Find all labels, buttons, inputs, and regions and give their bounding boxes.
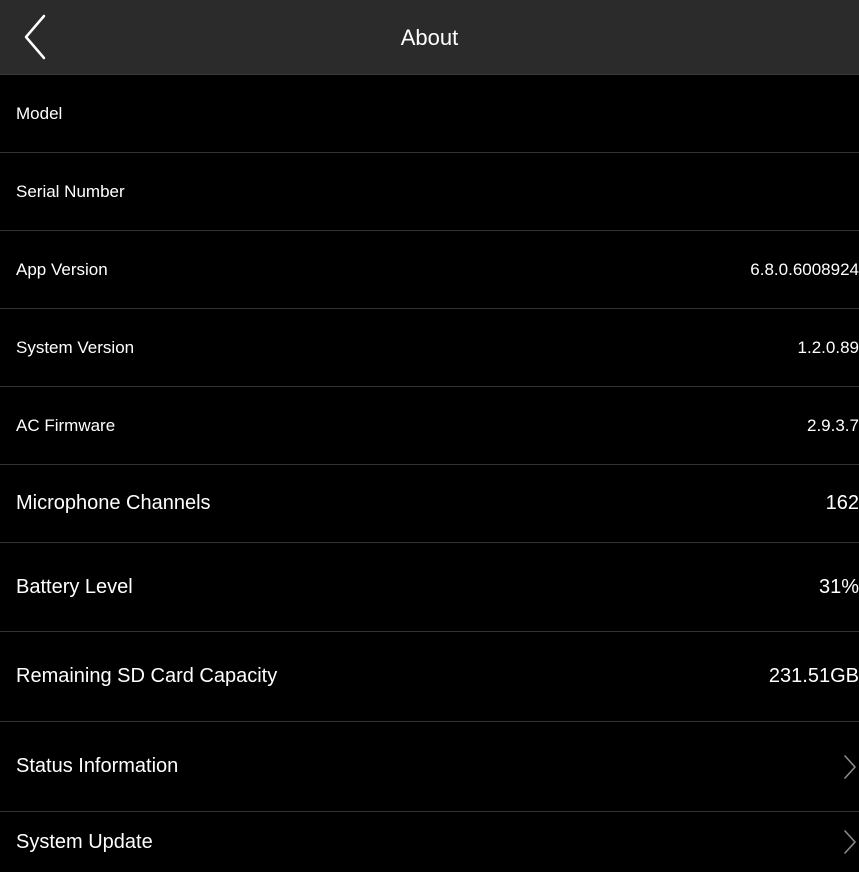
chevron-right-icon [843,812,857,872]
app-header: About [0,0,859,75]
row-label: Status Information [16,755,179,777]
row-label: System Version [16,337,135,357]
row-app-version: App Version 6.8.0.6008924 [0,231,859,309]
row-value: 1.2.0.89 [797,337,859,357]
row-label: Serial Number [16,181,125,201]
row-serial-number: Serial Number [0,153,859,231]
about-list: Model Serial Number App Version 6.8.0.60… [0,75,859,872]
row-label: Remaining SD Card Capacity [16,665,278,687]
row-value: 162 [825,492,859,514]
row-label: Battery Level [16,575,133,598]
row-label: App Version [16,259,108,279]
chevron-left-icon [24,14,46,60]
row-label: Model [16,103,63,123]
back-button[interactable] [12,12,62,62]
row-label: System Update [16,830,153,853]
row-label: AC Firmware [16,415,116,435]
row-system-version: System Version 1.2.0.89 [0,309,859,387]
row-value: 6.8.0.6008924 [750,259,859,279]
row-system-update[interactable]: System Update [0,812,859,872]
row-value: 2.9.3.7 [807,415,859,435]
row-status-information[interactable]: Status Information [0,722,859,812]
row-model: Model [0,75,859,153]
row-label: Microphone Channels [16,492,211,514]
row-value: 31% [818,575,859,598]
page-title: About [400,25,459,50]
row-ac-firmware: AC Firmware 2.9.3.7 [0,387,859,465]
row-remaining-sd-capacity: Remaining SD Card Capacity 231.51GB [0,632,859,722]
row-battery-level: Battery Level 31% [0,543,859,632]
row-value: 231.51GB [768,665,859,687]
row-microphone-channels: Microphone Channels 162 [0,465,859,543]
chevron-right-icon [843,722,857,811]
